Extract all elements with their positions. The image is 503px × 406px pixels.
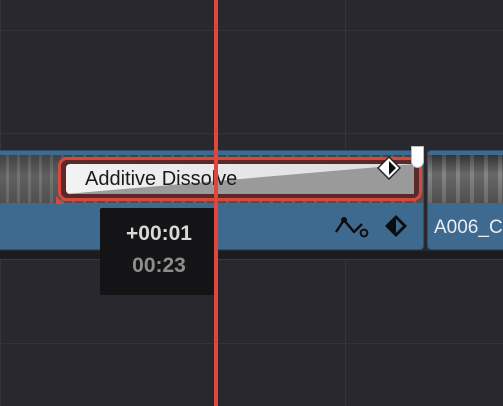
keyframe-diamond-icon[interactable] bbox=[377, 156, 401, 180]
timecode-tooltip: +00:01 00:23 bbox=[100, 208, 218, 295]
curve-editor-icon[interactable] bbox=[334, 214, 372, 240]
keyframe-icon[interactable] bbox=[384, 214, 408, 238]
grid-line bbox=[0, 133, 503, 134]
clip-thumbnail bbox=[428, 155, 503, 203]
edit-point-handle[interactable] bbox=[411, 146, 424, 168]
video-clip-right[interactable]: A006_C bbox=[427, 150, 503, 250]
grid-line bbox=[0, 30, 503, 31]
grid-line bbox=[0, 343, 503, 344]
clip-name: A006_C bbox=[434, 217, 503, 238]
timecode-offset: +00:01 bbox=[126, 222, 192, 245]
timeline-view[interactable]: A006_C Additive Dissolve +00:01 00:23 bbox=[0, 0, 503, 406]
transition-block[interactable]: Additive Dissolve bbox=[58, 157, 422, 201]
timecode-duration: 00:23 bbox=[132, 254, 186, 277]
playhead[interactable] bbox=[214, 0, 218, 406]
track-separator bbox=[0, 251, 503, 260]
transition-corner bbox=[56, 196, 64, 204]
